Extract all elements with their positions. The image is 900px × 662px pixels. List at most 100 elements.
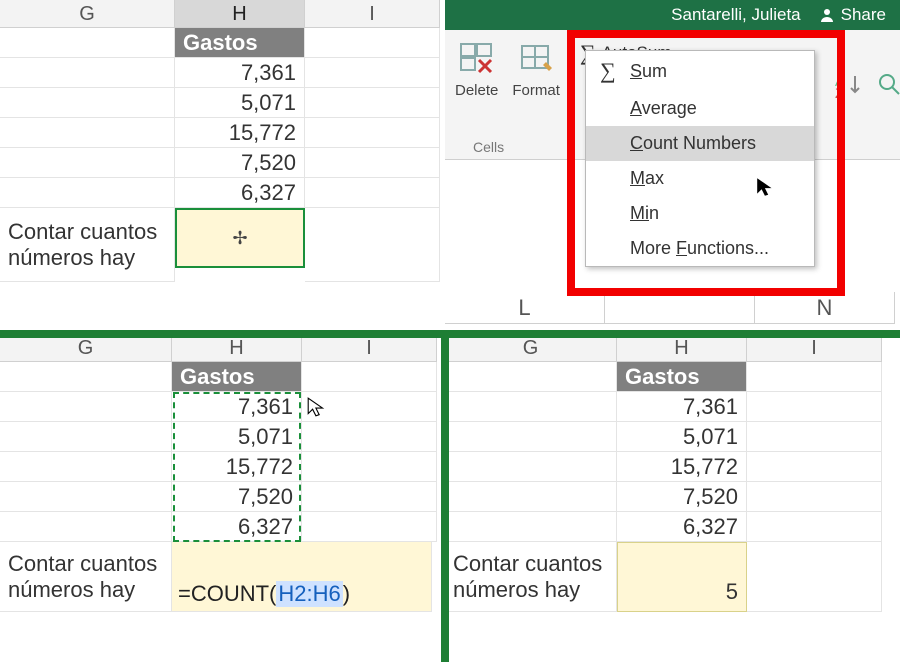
cell[interactable] [0, 482, 172, 512]
cell[interactable] [0, 28, 175, 58]
cell[interactable] [747, 392, 882, 422]
col-H[interactable]: H [175, 0, 305, 28]
sigma-icon: ∑ [600, 58, 618, 84]
cell[interactable] [445, 422, 617, 452]
cell[interactable] [445, 392, 617, 422]
cell[interactable] [305, 208, 440, 282]
table-header-gastos[interactable]: Gastos [172, 362, 302, 392]
cell[interactable] [0, 452, 172, 482]
menu-accel: M [630, 168, 645, 188]
cell-value[interactable]: 7,361 [617, 392, 747, 422]
cell[interactable] [747, 422, 882, 452]
cell[interactable] [305, 58, 440, 88]
col-N[interactable]: N [755, 292, 895, 324]
cell-value[interactable]: 7,520 [175, 148, 305, 178]
cell-value[interactable]: 5,071 [172, 422, 302, 452]
prompt-line1: Contar cuantos [8, 219, 157, 244]
cell[interactable] [0, 178, 175, 208]
col-H[interactable]: H [617, 334, 747, 362]
cell[interactable] [302, 362, 437, 392]
cell[interactable] [0, 362, 172, 392]
cell[interactable] [302, 512, 437, 542]
cell[interactable] [0, 148, 175, 178]
cell[interactable] [305, 88, 440, 118]
prompt-line2: números hay [8, 577, 135, 602]
formula-cell[interactable]: =COUNT(H2:H6) [172, 542, 432, 612]
cell[interactable] [305, 118, 440, 148]
selected-result-cell[interactable]: ✢ [175, 208, 305, 268]
cell[interactable] [445, 512, 617, 542]
cell-value[interactable]: 15,772 [175, 118, 305, 148]
result-cell[interactable]: 5 [617, 542, 747, 612]
format-cells-icon [515, 38, 557, 78]
cell[interactable] [0, 392, 172, 422]
cell-value[interactable]: 15,772 [617, 452, 747, 482]
cell-value[interactable]: 5,071 [617, 422, 747, 452]
formula-prefix: =COUNT( [178, 581, 276, 607]
prompt-line1: Contar cuantos [8, 551, 157, 576]
cell-value[interactable]: 15,772 [172, 452, 302, 482]
table-header-gastos[interactable]: Gastos [617, 362, 747, 392]
menu-text: ax [645, 168, 664, 188]
col-G[interactable]: G [445, 334, 617, 362]
menu-count-numbers[interactable]: Count Numbers [586, 126, 814, 161]
col-G[interactable]: G [0, 334, 172, 362]
col-I[interactable]: I [302, 334, 437, 362]
menu-accel: F [676, 238, 687, 258]
menu-sum[interactable]: ∑ Sum [586, 51, 814, 91]
cell[interactable] [747, 482, 882, 512]
table-header-gastos[interactable]: Gastos [175, 28, 305, 58]
cell[interactable] [445, 452, 617, 482]
cell[interactable] [305, 148, 440, 178]
cell-value[interactable]: 6,327 [175, 178, 305, 208]
cell[interactable] [445, 362, 617, 392]
cell[interactable] [305, 28, 440, 58]
col-I[interactable]: I [747, 334, 882, 362]
menu-min[interactable]: Min [586, 196, 814, 231]
column-headers: G H I [0, 0, 445, 28]
delete-label: Delete [455, 82, 498, 99]
cell-value[interactable]: 5,071 [175, 88, 305, 118]
menu-more-functions[interactable]: More Functions... [586, 231, 814, 266]
menu-text: More [630, 238, 676, 258]
menu-accel: Mi [630, 203, 649, 223]
cell[interactable] [0, 88, 175, 118]
col-I[interactable]: I [305, 0, 440, 28]
user-name: Santarelli, Julieta [671, 5, 800, 25]
find-select-button[interactable] [877, 72, 900, 98]
col-L[interactable]: L [445, 292, 605, 324]
cell-value[interactable]: 6,327 [617, 512, 747, 542]
prompt-label: Contar cuantos números hay [0, 208, 175, 282]
cell[interactable] [0, 512, 172, 542]
formula-suffix: ) [343, 581, 350, 607]
cell[interactable] [747, 452, 882, 482]
col-G[interactable]: G [0, 0, 175, 28]
cell[interactable] [445, 482, 617, 512]
cell-value[interactable]: 7,361 [175, 58, 305, 88]
cell-value[interactable]: 7,361 [172, 392, 302, 422]
col-H[interactable]: H [172, 334, 302, 362]
menu-accel: A [630, 98, 642, 118]
cell-value[interactable]: 6,327 [172, 512, 302, 542]
cell[interactable] [0, 118, 175, 148]
delete-button[interactable]: Delete [455, 38, 498, 99]
cell[interactable] [0, 58, 175, 88]
cell[interactable] [305, 178, 440, 208]
col-M-hidden[interactable] [605, 292, 755, 324]
format-button[interactable]: Format [512, 38, 560, 99]
cell-value[interactable]: 7,520 [172, 482, 302, 512]
sort-icon: AZ [835, 72, 865, 98]
cell[interactable] [747, 362, 882, 392]
menu-average[interactable]: Average [586, 91, 814, 126]
cell[interactable] [0, 422, 172, 452]
share-button[interactable]: Share [819, 5, 886, 25]
cell[interactable] [747, 512, 882, 542]
sort-filter-button[interactable]: AZ [835, 72, 865, 98]
cell[interactable] [302, 422, 437, 452]
menu-max[interactable]: Max [586, 161, 814, 196]
cell[interactable] [302, 482, 437, 512]
cell[interactable] [302, 452, 437, 482]
cell[interactable] [747, 542, 882, 612]
panel-step2-formula: G H I Gastos 7,361 5,071 15,772 7,520 6,… [0, 334, 445, 662]
cell-value[interactable]: 7,520 [617, 482, 747, 512]
